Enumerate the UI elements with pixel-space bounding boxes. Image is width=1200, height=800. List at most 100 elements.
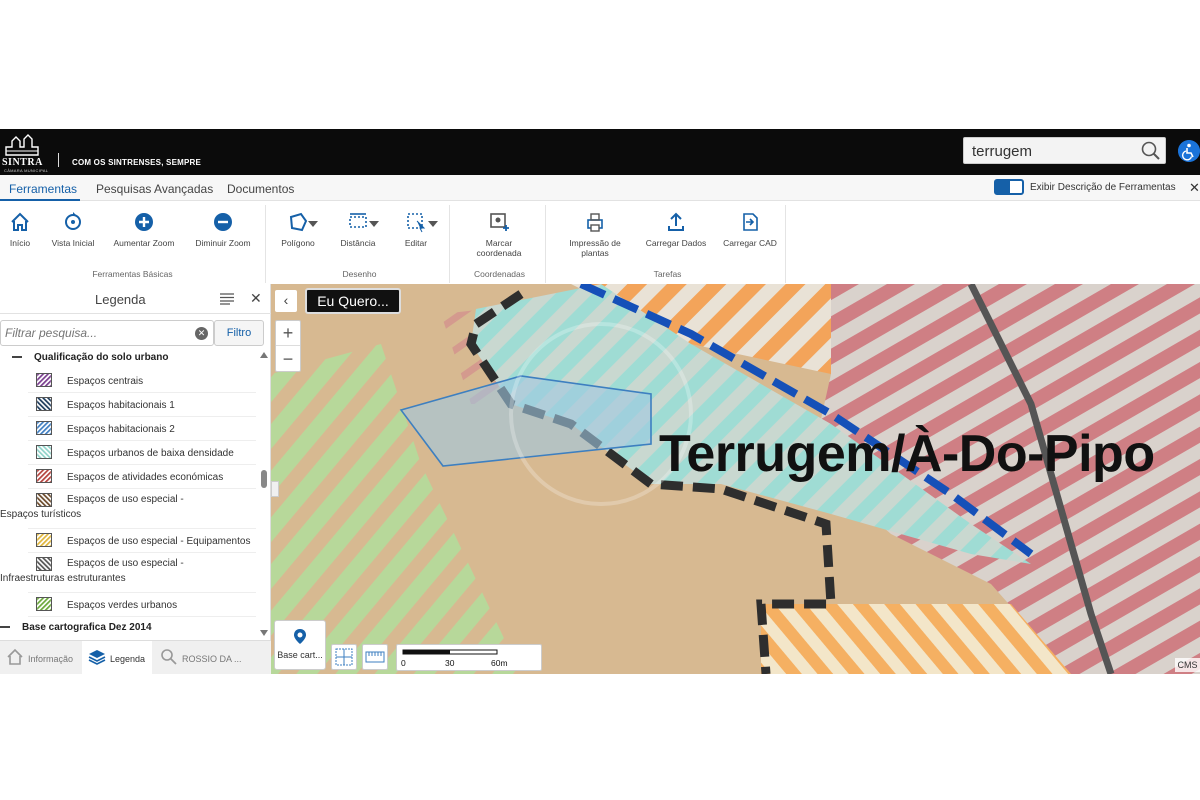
legend-item: Espaços verdes urbanos [28, 593, 256, 617]
collapse-minus-icon[interactable] [12, 356, 22, 359]
collapse-panel-button[interactable]: ‹ [275, 290, 297, 312]
scale-bar-graphic [402, 649, 498, 655]
basemap-button[interactable]: Base cart... [274, 620, 326, 670]
legend-panel: Legenda ✕ ✕ Filtro Qualificação do solo … [0, 284, 271, 675]
accessibility-icon[interactable] [1178, 140, 1200, 162]
edit-selection-icon [407, 213, 426, 233]
hatch-swatch-icon [36, 421, 52, 435]
layers-icon [88, 650, 106, 665]
scroll-down-icon[interactable] [260, 630, 268, 636]
vista-inicial-button[interactable]: Vista Inicial [48, 211, 98, 248]
hatch-swatch-icon [36, 373, 52, 387]
grid-tool-button[interactable] [331, 644, 357, 670]
print-icon [587, 213, 603, 232]
sintra-logo[interactable]: SINTRA CÂMARA MUNICIPAL [2, 133, 52, 173]
tab-legenda-label: Legenda [110, 654, 146, 664]
legend-group-label: Qualificação do solo urbano [34, 352, 169, 363]
hatch-swatch-icon [36, 445, 52, 459]
scale-tick-30: 30 [445, 658, 455, 668]
scroll-up-icon[interactable] [260, 352, 268, 358]
tool-description-label: Exibir Descrição de Ferramentas [1030, 182, 1176, 193]
marcar-coordenada-button[interactable]: Marcar coordenada [468, 211, 530, 258]
tab-rossio[interactable]: ROSSIO DA ... [154, 641, 264, 675]
legend-group-qualificacao[interactable]: Qualificação do solo urbano [0, 352, 168, 363]
scroll-thumb[interactable] [261, 470, 267, 488]
poligono-label: Polígono [281, 238, 315, 248]
group-tarefas: Impressão de plantas Carregar Dados Carr… [550, 205, 786, 283]
hatch-swatch-icon [36, 397, 52, 411]
tab-informacao[interactable]: Informação [0, 641, 80, 675]
poligono-button[interactable]: Polígono [276, 211, 320, 248]
logo-wordmark: SINTRA [2, 157, 43, 168]
header-divider [58, 153, 59, 167]
legend-item: Espaços centrais [28, 369, 256, 393]
group-desenho: Polígono Distância Editar Desenho [270, 205, 450, 283]
hatch-swatch-icon [36, 597, 52, 611]
tool-description-toggle[interactable] [994, 179, 1024, 195]
legend-scrollbar[interactable] [259, 350, 269, 640]
diminuir-zoom-button[interactable]: Diminuir Zoom [190, 211, 256, 248]
legend-item: Espaços de atividades económicas [28, 465, 256, 489]
editar-button[interactable]: Editar [394, 211, 438, 248]
editar-label: Editar [404, 238, 428, 248]
hatch-swatch-icon [36, 469, 52, 483]
group-label-coordenadas: Coordenadas [473, 269, 526, 279]
scale-tick-0: 0 [401, 658, 406, 668]
legend-item-label: Espaços de uso especial - Infraestrutura… [0, 558, 184, 584]
legend-group-label: Base cartografica Dez 2014 [22, 622, 152, 633]
legend-item-label: Espaços verdes urbanos [67, 600, 178, 611]
map-view[interactable]: ‹ Eu Quero... + − Terrugem/À-Do-Pipo Bas… [271, 284, 1200, 674]
app-root: SINTRA CÂMARA MUNICIPAL COM OS SINTRENSE… [0, 129, 1200, 675]
editar-dropdown-icon[interactable] [428, 221, 438, 227]
close-ribbon-button[interactable]: ✕ [1189, 180, 1200, 196]
tab-documentos[interactable]: Documentos [227, 182, 294, 196]
zoom-out-button[interactable]: − [276, 347, 300, 372]
legend-item-label: Espaços habitacionais 1 [67, 400, 175, 411]
legend-list: Qualificação do solo urbano Espaços cent… [0, 350, 260, 640]
slogan: COM OS SINTRENSES, SEMPRE [72, 158, 202, 167]
list-menu-icon[interactable] [220, 293, 234, 305]
zoom-out-icon [214, 213, 232, 231]
zoom-in-button[interactable]: + [276, 321, 300, 346]
inicio-button[interactable]: Início [4, 211, 36, 248]
legend-item: Espaços de uso especial - Equipamentos [28, 529, 256, 553]
panel-splitter-handle[interactable] [271, 481, 279, 497]
search-box[interactable] [963, 137, 1166, 164]
filter-field[interactable]: ✕ [0, 320, 214, 346]
group-ferramentas-basicas: Início Vista Inicial Aumentar Zoom Dimin… [0, 205, 266, 283]
legend-item: Espaços de uso especial - Espaços turíst… [0, 489, 256, 529]
filter-button[interactable]: Filtro [214, 320, 264, 346]
eu-quero-button[interactable]: Eu Quero... [305, 288, 401, 314]
legend-title: Legenda [95, 292, 146, 307]
filter-input[interactable] [5, 325, 185, 341]
top-header: SINTRA CÂMARA MUNICIPAL COM OS SINTRENSE… [0, 129, 1200, 175]
home-icon [11, 212, 29, 231]
legend-item: Espaços de uso especial - Infraestrutura… [0, 553, 256, 593]
group-label-desenho: Desenho [342, 269, 377, 279]
toggle-knob [996, 181, 1010, 193]
carregar-dados-button[interactable]: Carregar Dados [642, 211, 710, 248]
distancia-button[interactable]: Distância [334, 211, 382, 248]
search-icon[interactable] [1140, 141, 1162, 161]
aumentar-zoom-button[interactable]: Aumentar Zoom [108, 211, 180, 248]
tab-legenda[interactable]: Legenda [82, 641, 152, 675]
carregar-cad-label: Carregar CAD [723, 238, 777, 248]
tab-ferramentas[interactable]: Ferramentas [9, 182, 77, 196]
legend-close-icon[interactable]: ✕ [250, 290, 262, 307]
scale-tool-button[interactable] [362, 644, 388, 670]
clear-filter-icon[interactable]: ✕ [195, 327, 208, 340]
collapse-minus-icon[interactable] [0, 626, 10, 629]
diminuir-zoom-label: Diminuir Zoom [195, 238, 251, 248]
load-cad-icon [743, 213, 758, 231]
zoom-in-icon [135, 213, 153, 231]
legend-group-base-cartografica[interactable]: Base cartografica Dez 2014 [0, 622, 152, 633]
impressao-plantas-button[interactable]: Impressão de plantas [564, 211, 626, 258]
carregar-cad-button[interactable]: Carregar CAD [720, 211, 780, 248]
distancia-dropdown-icon[interactable] [369, 221, 379, 227]
search-input[interactable] [972, 140, 1132, 162]
logo-subtext: CÂMARA MUNICIPAL [4, 168, 49, 173]
zoom-controls: + − [275, 320, 301, 372]
tab-pesquisas-avancadas[interactable]: Pesquisas Avançadas [96, 182, 213, 196]
legend-item-label: Espaços urbanos de baixa densidade [67, 448, 234, 459]
poligono-dropdown-icon[interactable] [308, 221, 318, 227]
